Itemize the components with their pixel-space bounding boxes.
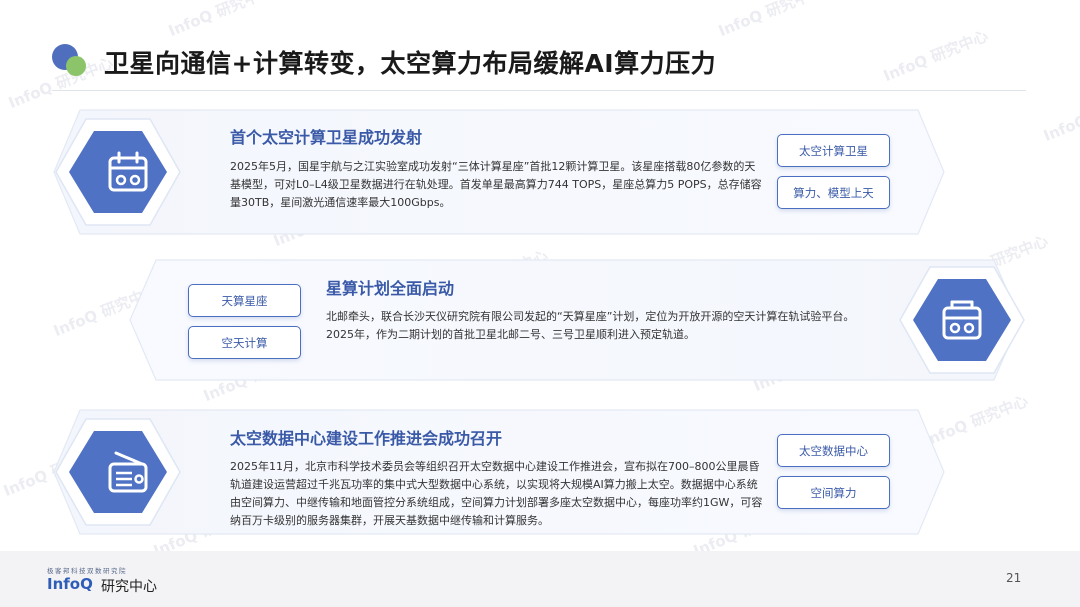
- card-title: 太空数据中心建设工作推进会成功召开: [230, 429, 503, 448]
- title-divider: [52, 90, 1026, 91]
- footer: 极客邦科技双数研究院 InfoQ 研究中心 21: [0, 551, 1080, 607]
- card-body: 北邮牵头，联合长沙天仪研究院有限公司发起的“天算星座”计划，定位为开放开源的空天…: [326, 310, 855, 341]
- title-decoration: [52, 42, 92, 82]
- infoq-logo: InfoQ: [47, 575, 93, 593]
- footer-org-name: 极客邦科技双数研究院: [47, 567, 127, 575]
- card-space-datacenter: 太空数据中心建设工作推进会成功召开 2025年11月，北京市科学技术委员会等组织…: [52, 408, 952, 536]
- antenna-radio-icon: [108, 451, 148, 493]
- card-satellite-launch: 首个太空计算卫星成功发射 2025年5月，国星宇航与之江实验室成功发射“三体计算…: [52, 108, 952, 236]
- research-center-logo: 研究中心: [101, 579, 157, 595]
- card-body: 2025年5月，国星宇航与之江实验室成功发射“三体计算星座”首批12颗计算卫星。…: [230, 160, 762, 209]
- calendar-icon: [108, 151, 148, 192]
- tag-space-datacenter[interactable]: 太空数据中心: [777, 434, 890, 467]
- green-dot-icon: [66, 56, 86, 76]
- card-title: 星算计划全面启动: [326, 279, 455, 298]
- card-star-compute-plan: 星算计划全面启动 北邮牵头，联合长沙天仪研究院有限公司发起的“天算星座”计划，定…: [128, 258, 1028, 382]
- tag-compute-model-in-space[interactable]: 算力、模型上天: [777, 176, 890, 209]
- radio-icon: [942, 300, 982, 340]
- tag-space-computing-satellite[interactable]: 太空计算卫星: [777, 134, 890, 167]
- watermark: InfoQ 研究中心: [880, 26, 991, 86]
- watermark: InfoQ 研究中心: [1040, 87, 1080, 146]
- tag-tiansuan-constellation[interactable]: 天算星座: [188, 284, 301, 317]
- page-number: 21: [1006, 571, 1022, 585]
- tag-space-compute[interactable]: 空间算力: [777, 476, 890, 509]
- watermark: InfoQ 研究中心: [715, 0, 826, 41]
- card-title: 首个太空计算卫星成功发射: [230, 128, 423, 147]
- watermark: InfoQ 研究中心: [165, 0, 276, 41]
- page-title: 卫星向通信+计算转变，太空算力布局缓解AI算力压力: [104, 49, 717, 78]
- tag-aerospace-computing[interactable]: 空天计算: [188, 326, 301, 359]
- card-body: 2025年11月，北京市科学技术委员会等组织召开太空数据中心建设工作推进会，宣布…: [230, 460, 763, 527]
